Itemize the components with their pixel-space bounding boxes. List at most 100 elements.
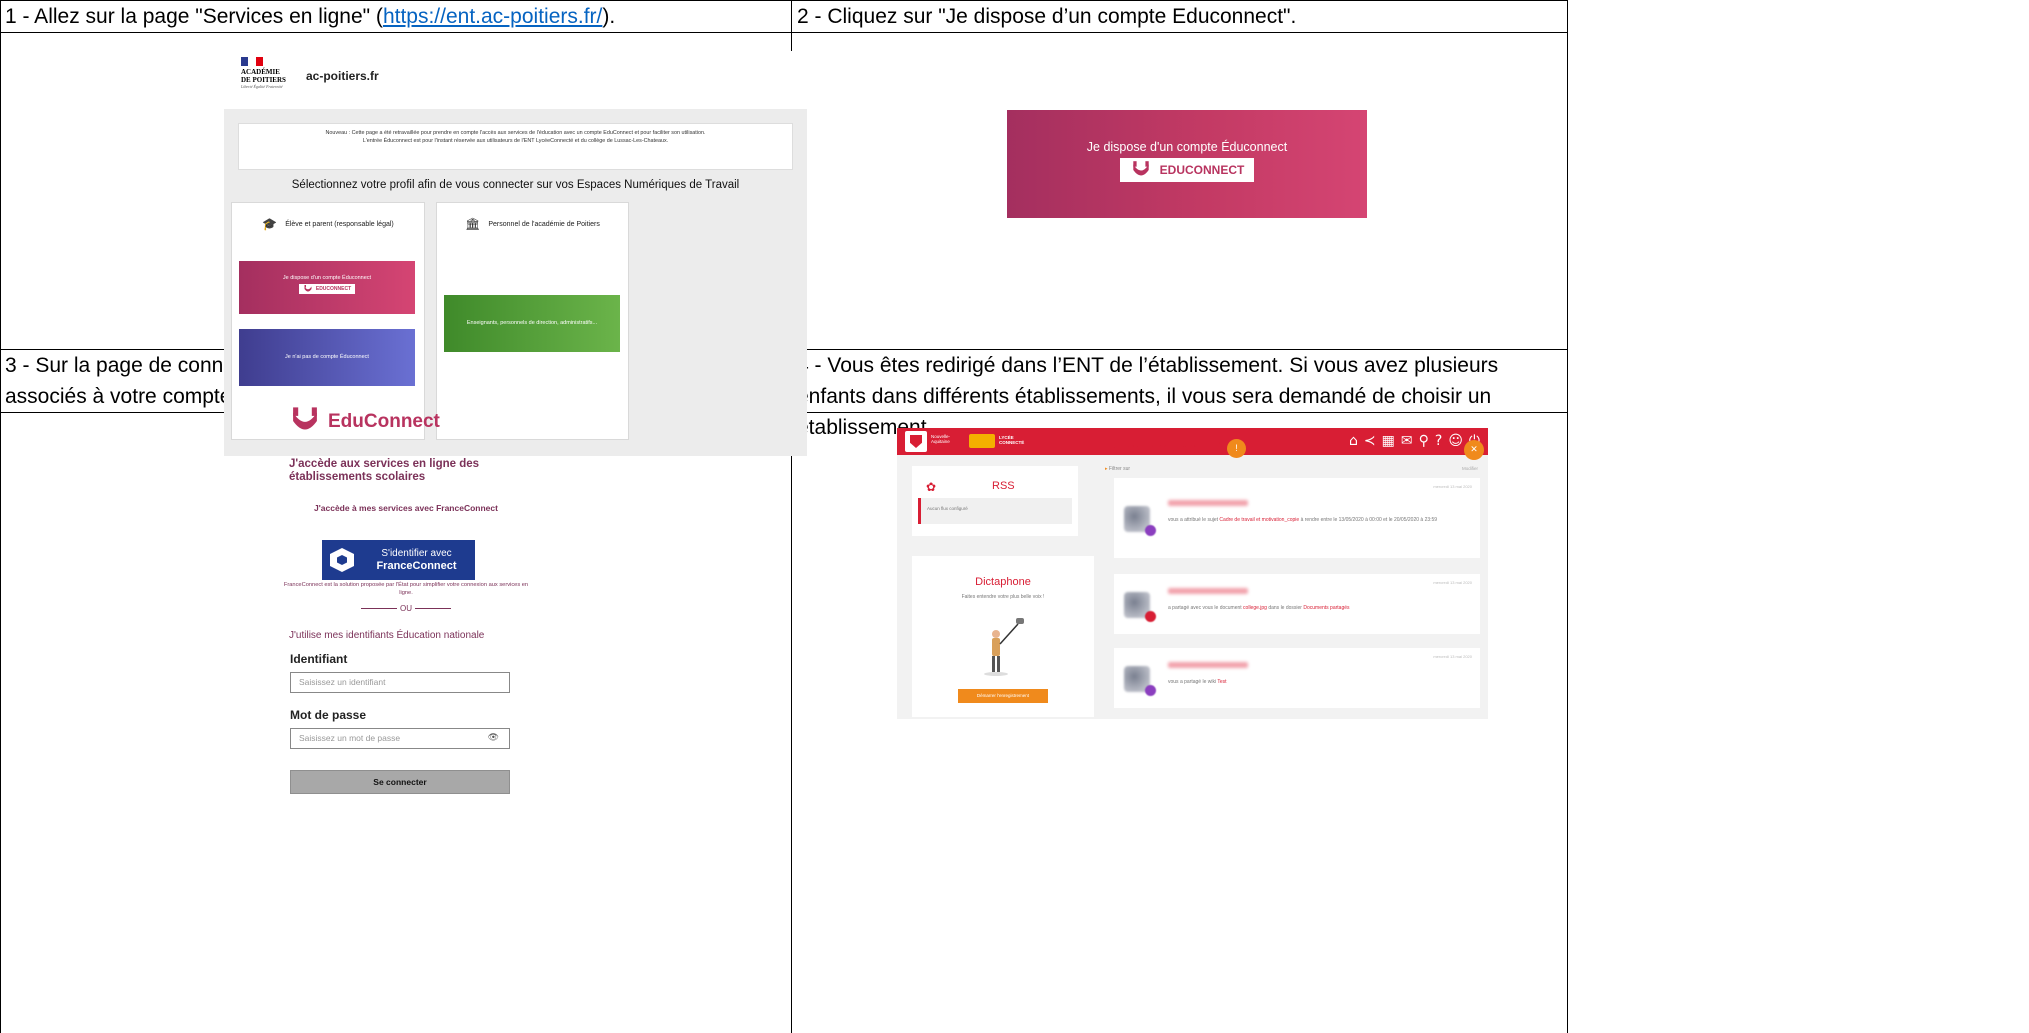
portal-educonnect-button[interactable]: Je dispose d'un compte Éduconnect EDUCON… xyxy=(239,261,415,314)
ent-dashboard-screenshot: Nouvelle-Aquitaine LYCÉE CONNECTÉ ⌂ ≺ ▦ … xyxy=(897,428,1488,719)
or-separator-text: OU xyxy=(400,604,412,613)
dictaphone-title: Dictaphone xyxy=(975,576,1031,588)
feed-item-text: vous a partagé le wiki Test xyxy=(1168,678,1468,686)
portal-notice-line-1: Nouveau : Cette page a été retravaillée … xyxy=(325,130,706,136)
graduation-cap-icon: 🎓 xyxy=(262,217,278,231)
marianne-flag-icon xyxy=(241,57,263,66)
franceconnect-intro: J'accède à mes services avec FranceConne… xyxy=(314,503,498,513)
portal-no-account-button[interactable]: Je n'ai pas de compte Éduconnect xyxy=(239,329,415,386)
share-icon[interactable]: ≺ xyxy=(1364,432,1376,451)
feed-item[interactable]: mercredi 13 mai 2020 a partagé avec vous… xyxy=(1114,574,1480,634)
profile-card-staff-label: Personnel de l'académie de Poitiers xyxy=(488,220,600,228)
academie-logo: ACADÉMIE DE POITIERS Liberté Égalité Fra… xyxy=(241,57,291,89)
region-logo-text: Nouvelle-Aquitaine xyxy=(931,434,951,444)
educonnect-badge-text: EDUCONNECT xyxy=(1159,163,1245,177)
show-password-eye-icon[interactable]: 👁 xyxy=(488,732,499,743)
rss-title: RSS xyxy=(992,480,1015,492)
region-logo-icon xyxy=(905,431,927,452)
franceconnect-button-line-2: FranceConnect xyxy=(376,559,457,572)
feed-item-text-pre: a partagé avec vous le document xyxy=(1168,605,1244,611)
rss-empty-message: Aucun flux configuré xyxy=(918,498,1072,524)
news-feed-title: Fil de nouveautés xyxy=(1106,440,1233,457)
feed-item-link[interactable]: Test xyxy=(1217,679,1226,685)
educonnect-button-label: Je dispose d'un compte Éduconnect xyxy=(1086,140,1288,154)
services-link[interactable]: https://ent.ac-poitiers.fr/ xyxy=(383,5,602,28)
franceconnect-button-line-1: S'identifier avec xyxy=(381,547,452,559)
portal-notice-line-2: L'entrée Éduconnect est pour l'instant r… xyxy=(362,138,669,144)
portal-notice: Nouveau : Cette page a été retravaillée … xyxy=(238,123,793,170)
news-feed-info-icon[interactable]: ! xyxy=(1227,439,1246,458)
blurred-author-name xyxy=(1168,588,1248,594)
step-2-caption: 2 - Cliquez sur "Je dispose d’un compte … xyxy=(797,5,1297,28)
portal-no-account-label: Je n'ai pas de compte Éduconnect xyxy=(285,354,369,360)
identifier-label: Identifiant xyxy=(290,652,348,666)
feed-filter-label: Filtrer sur xyxy=(1108,466,1131,472)
profile-card-staff: 🏛 Personnel de l'académie de Poitiers En… xyxy=(436,202,629,440)
profile-card-staff-title: 🏛 Personnel de l'académie de Poitiers xyxy=(437,217,628,231)
password-input[interactable]: Saisissez un mot de passe 👁 xyxy=(290,728,510,749)
feed-item-text: vous a attribué le sujet Cadre de travai… xyxy=(1168,516,1468,524)
dictaphone-widget: Dictaphone Faites entendre votre plus be… xyxy=(912,556,1094,717)
user-icon[interactable]: ☺ xyxy=(1448,432,1463,451)
portal-educonnect-badge: EDUCONNECT xyxy=(298,284,356,294)
apps-grid-icon[interactable]: ▦ xyxy=(1382,432,1395,451)
institution-icon: 🏛 xyxy=(465,217,481,231)
step-1-caption-end: ). xyxy=(602,5,616,28)
help-icon[interactable]: ? xyxy=(1435,432,1442,451)
educonnect-button-zoom[interactable]: Je dispose d'un compte Éduconnect EDUCON… xyxy=(1007,110,1367,218)
portal-educonnect-label: Je dispose d'un compte Éduconnect xyxy=(282,275,372,281)
education-ids-label: J'utilise mes identifiants Éducation nat… xyxy=(289,630,485,641)
poitiers-portal-screenshot: ACADÉMIE DE POITIERS Liberté Égalité Fra… xyxy=(224,51,807,456)
portal-staff-button[interactable]: Enseignants, personnels de direction, ad… xyxy=(444,295,620,352)
academie-logo-title: ACADÉMIE DE POITIERS xyxy=(241,68,286,84)
identifier-placeholder: Saisissez un identifiant xyxy=(299,677,386,687)
feed-filter-edit[interactable]: Modifier xyxy=(1462,466,1478,471)
portal-educonnect-badge-text: EDUCONNECT xyxy=(315,286,352,292)
gear-icon[interactable]: ✿ xyxy=(926,480,936,494)
portal-staff-label: Enseignants, personnels de direction, ad… xyxy=(466,320,598,326)
portal-select-profile: Sélectionnez votre profil afin de vous c… xyxy=(291,179,740,191)
educonnect-heading: J'accède aux services en ligne des établ… xyxy=(289,458,480,483)
step-1-caption-text: 1 - Allez sur la page "Services en ligne… xyxy=(5,5,383,28)
tools-icon[interactable]: ✕ xyxy=(1464,440,1484,460)
feed-item-date: mercredi 13 mai 2020 xyxy=(1433,654,1472,659)
filter-arrow-icon: ▸ xyxy=(1105,466,1108,472)
table-line-caption-1 xyxy=(0,32,1568,33)
educonnect-badge: EDUCONNECT xyxy=(1119,158,1255,182)
feed-item-link[interactable]: Documents partagés xyxy=(1303,605,1349,611)
portal-header: ACADÉMIE DE POITIERS Liberté Égalité Fra… xyxy=(224,51,807,109)
franceconnect-logo-icon xyxy=(330,548,354,572)
password-placeholder: Saisissez un mot de passe xyxy=(299,733,401,743)
feed-filter[interactable]: ▸ Filtrer sur xyxy=(1105,466,1130,472)
educonnect-logo-icon xyxy=(304,285,312,292)
educonnect-title: EduConnect xyxy=(328,411,440,432)
profile-card-student-parent-label: Élève et parent (responsable légal) xyxy=(285,220,394,228)
search-icon[interactable]: ⚲ xyxy=(1419,432,1429,451)
avatar-badge xyxy=(1145,525,1156,536)
ent-toolbar: ⌂ ≺ ▦ ✉ ⚲ ? ☺ ⏻ xyxy=(1349,432,1480,451)
avatar-badge xyxy=(1145,611,1156,622)
feed-item[interactable]: mercredi 13 mai 2020 vous a attribué le … xyxy=(1114,478,1480,558)
login-submit-button[interactable]: Se connecter xyxy=(290,770,510,794)
feed-item-date: mercredi 13 mai 2020 xyxy=(1433,484,1472,489)
educonnect-logo-icon xyxy=(1132,161,1149,176)
franceconnect-button[interactable]: S'identifier avec FranceConnect xyxy=(322,540,475,580)
home-icon[interactable]: ⌂ xyxy=(1349,432,1358,451)
feed-item-text-pre: vous a attribué le sujet xyxy=(1168,517,1220,523)
identifier-input[interactable]: Saisissez un identifiant xyxy=(290,672,510,693)
table-border-right xyxy=(1567,0,1568,1033)
feed-item-text-mid: dans le dossier xyxy=(1266,605,1304,611)
table-border-left xyxy=(0,0,1,1033)
feed-item-date: mercredi 13 mai 2020 xyxy=(1433,580,1472,585)
mail-icon[interactable]: ✉ xyxy=(1401,432,1413,451)
microphone-person-icon xyxy=(984,618,1024,676)
feed-item[interactable]: mercredi 13 mai 2020 vous a partagé le w… xyxy=(1114,648,1480,708)
feed-item-link[interactable]: college.jpg xyxy=(1243,605,1267,611)
portal-site-name: ac-poitiers.fr xyxy=(306,69,379,83)
password-label: Mot de passe xyxy=(290,708,367,722)
feed-item-link[interactable]: Cadre de travail et motivation_copie xyxy=(1219,517,1299,523)
start-recording-button[interactable]: Démarrer l'enregistrement xyxy=(958,689,1048,703)
educonnect-logo-icon xyxy=(293,407,317,430)
dictaphone-subtitle: Faites entendre votre plus belle voix ! xyxy=(961,594,1045,600)
feed-item-text: a partagé avec vous le document college.… xyxy=(1168,604,1468,612)
